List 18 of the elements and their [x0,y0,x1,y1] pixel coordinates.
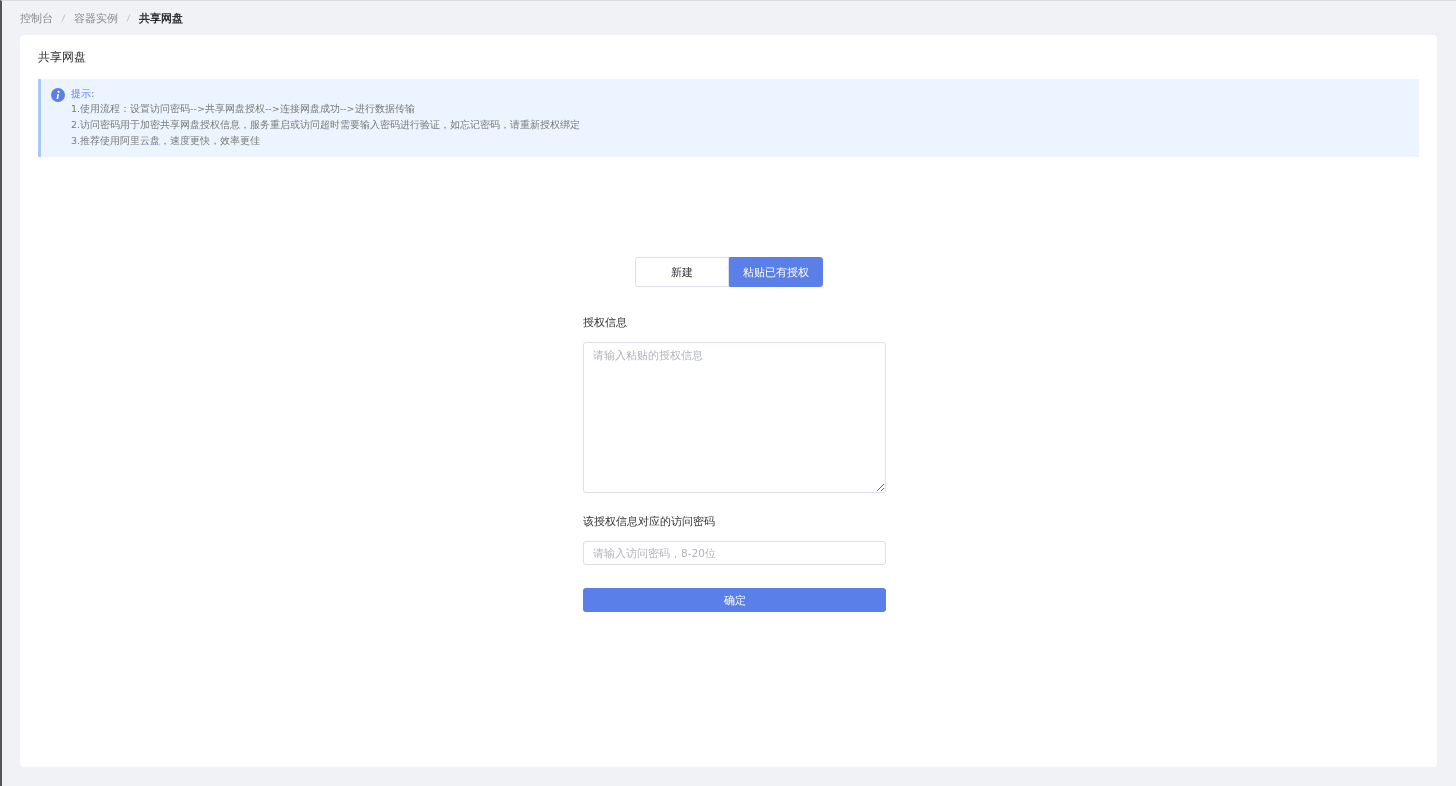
notice-text: 2.访问密码用于加密共享网盘授权信息，服务重启或访问超时需要输入密码进行验证，如忘记密码，请重新授权绑定 [71,118,581,132]
info-icon [51,87,65,101]
notice-text: 3.推荐使用阿里云盘，速度更快，效率更佳 [71,134,262,148]
notice-text: 1.使用流程：设置访问密码-->共享网盘授权-->连接网盘成功-->进行数据传输 [71,102,416,116]
slash-separator-icon [61,14,66,22]
breadcrumb-item[interactable]: 容器实例 [74,10,118,26]
notice-title: 提示: [71,87,96,101]
tab[interactable]: 粘贴已有授权 [728,257,823,287]
tab[interactable]: 新建 [634,257,729,287]
text-area[interactable]: 请输入粘贴的授权信息 [583,342,886,493]
field-label: 授权信息 [583,315,628,330]
confirm-button[interactable]: 确定 [583,588,886,612]
card-title: 共享网盘 [38,49,87,66]
password-field[interactable]: 请输入访问密码，8-20位 [583,541,886,565]
breadcrumb-item: 共享网盘 [139,10,183,26]
breadcrumb-item[interactable]: 控制台 [20,10,53,26]
slash-separator-icon [126,14,131,22]
field-label: 该授权信息对应的访问密码 [583,514,716,529]
